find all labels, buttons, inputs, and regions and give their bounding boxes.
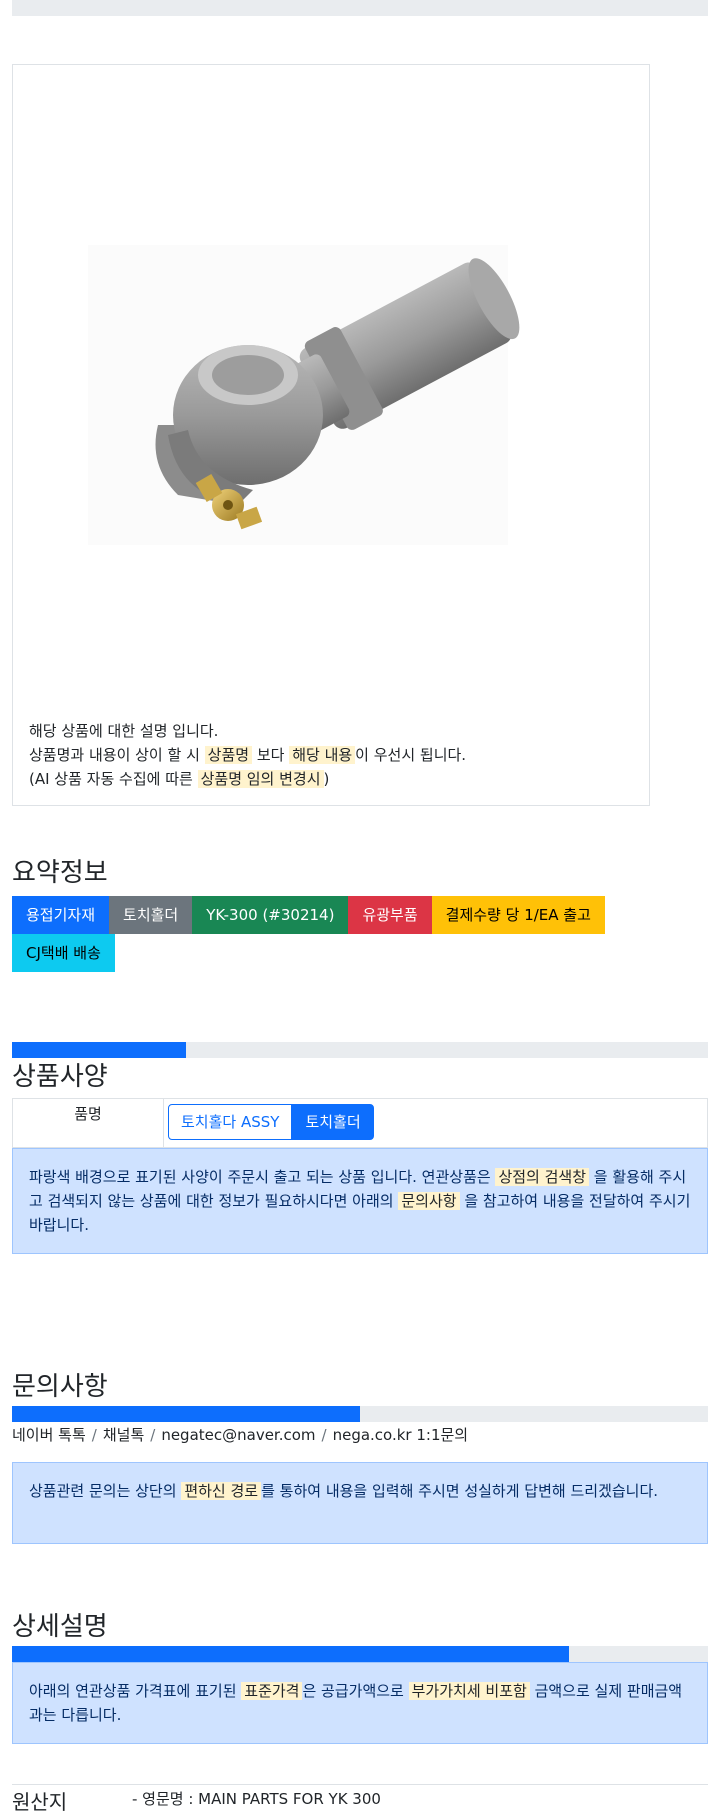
origin-value: - 영문명 : MAIN PARTS FOR YK 300: [132, 1790, 381, 1808]
product-description: 해당 상품에 대한 설명 입니다. 상품명과 내용이 상이 할 시 상품명 보다…: [29, 719, 466, 791]
highlight-standard-price: 표준가격: [241, 1682, 303, 1700]
contact-email[interactable]: negatec@naver.com: [161, 1426, 315, 1444]
description-line-2: 상품명과 내용이 상이 할 시 상품명 보다 해당 내용 이 우선시 됩니다.: [29, 746, 467, 764]
spec-progress: [12, 1042, 708, 1058]
highlight-preferred-route: 편하신 경로: [181, 1482, 262, 1500]
inquiry-notice: 상품관련 문의는 상단의 편하신 경로 를 통하여 내용을 입력해 주시면 성실하…: [12, 1462, 708, 1544]
contact-channel-talk[interactable]: 채널톡: [103, 1426, 144, 1444]
highlight-inquiry: 문의사항: [398, 1192, 460, 1210]
contact-list: 네이버 톡톡 / 채널톡 / negatec@naver.com / nega.co.kr …: [12, 1426, 469, 1444]
summary-badges: 용접기자재 토치홀더 YK-300 (#30214) 유광부품 결제수량 당 1…: [12, 896, 652, 972]
spec-notice: 파랑색 배경으로 표기된 사양이 주문시 출고 되는 상품 입니다. 연관상품은…: [12, 1148, 708, 1254]
detail-title: 상세설명: [12, 1612, 108, 1642]
origin-divider: [12, 1784, 708, 1785]
badge-category[interactable]: 용접기자재: [12, 896, 110, 934]
spec-row-header: 품명: [13, 1099, 164, 1147]
summary-title: 요약정보: [12, 858, 108, 888]
highlight-name-change: 상품명 임의 변경시: [197, 770, 324, 788]
highlight-store-search: 상점의 검색창: [495, 1168, 590, 1186]
badge-quantity[interactable]: 결제수량 당 1/EA 출고: [431, 896, 605, 934]
contact-naver-talk[interactable]: 네이버 톡톡: [12, 1426, 86, 1444]
highlight-product-name: 상품명: [204, 746, 253, 764]
torch-holder-image: [88, 205, 568, 585]
option-torch-holder-assy[interactable]: 토치홀다 ASSY: [168, 1104, 293, 1140]
contact-website[interactable]: nega.co.kr 1:1문의: [333, 1426, 469, 1444]
badge-model[interactable]: YK-300 (#30214): [192, 896, 349, 934]
badge-shipping[interactable]: CJ택배 배송: [12, 934, 115, 972]
badge-finish[interactable]: 유광부품: [348, 896, 432, 934]
badge-subcategory[interactable]: 토치홀더: [109, 896, 193, 934]
detail-notice: 아래의 연관상품 가격표에 표기된 표준가격 은 공급가액으로 부가가치세 비포함…: [12, 1662, 708, 1744]
option-torch-holder[interactable]: 토치홀더: [292, 1104, 374, 1140]
inquiry-title: 문의사항: [12, 1372, 108, 1402]
spec-title: 상품사양: [12, 1062, 108, 1092]
product-card: 해당 상품에 대한 설명 입니다. 상품명과 내용이 상이 할 시 상품명 보다…: [12, 64, 650, 806]
spec-option-group: 토치홀다 ASSY 토치홀더: [168, 1104, 374, 1140]
detail-progress: [12, 1646, 708, 1662]
inquiry-progress: [12, 1406, 708, 1422]
description-line-3: (AI 상품 자동 수집에 따른 상품명 임의 변경시): [29, 770, 330, 788]
highlight-vat-excluded: 부가가치세 비포함: [408, 1682, 530, 1700]
top-progress-bar: [12, 0, 708, 16]
description-line-1: 해당 상품에 대한 설명 입니다.: [29, 722, 219, 740]
inquiry-progress-fill: [12, 1406, 360, 1422]
detail-progress-fill: [12, 1646, 569, 1662]
origin-label: 원산지: [12, 1790, 68, 1814]
highlight-content: 해당 내용: [289, 746, 356, 764]
spec-table: 품명 토치홀다 ASSY 토치홀더: [12, 1098, 708, 1148]
